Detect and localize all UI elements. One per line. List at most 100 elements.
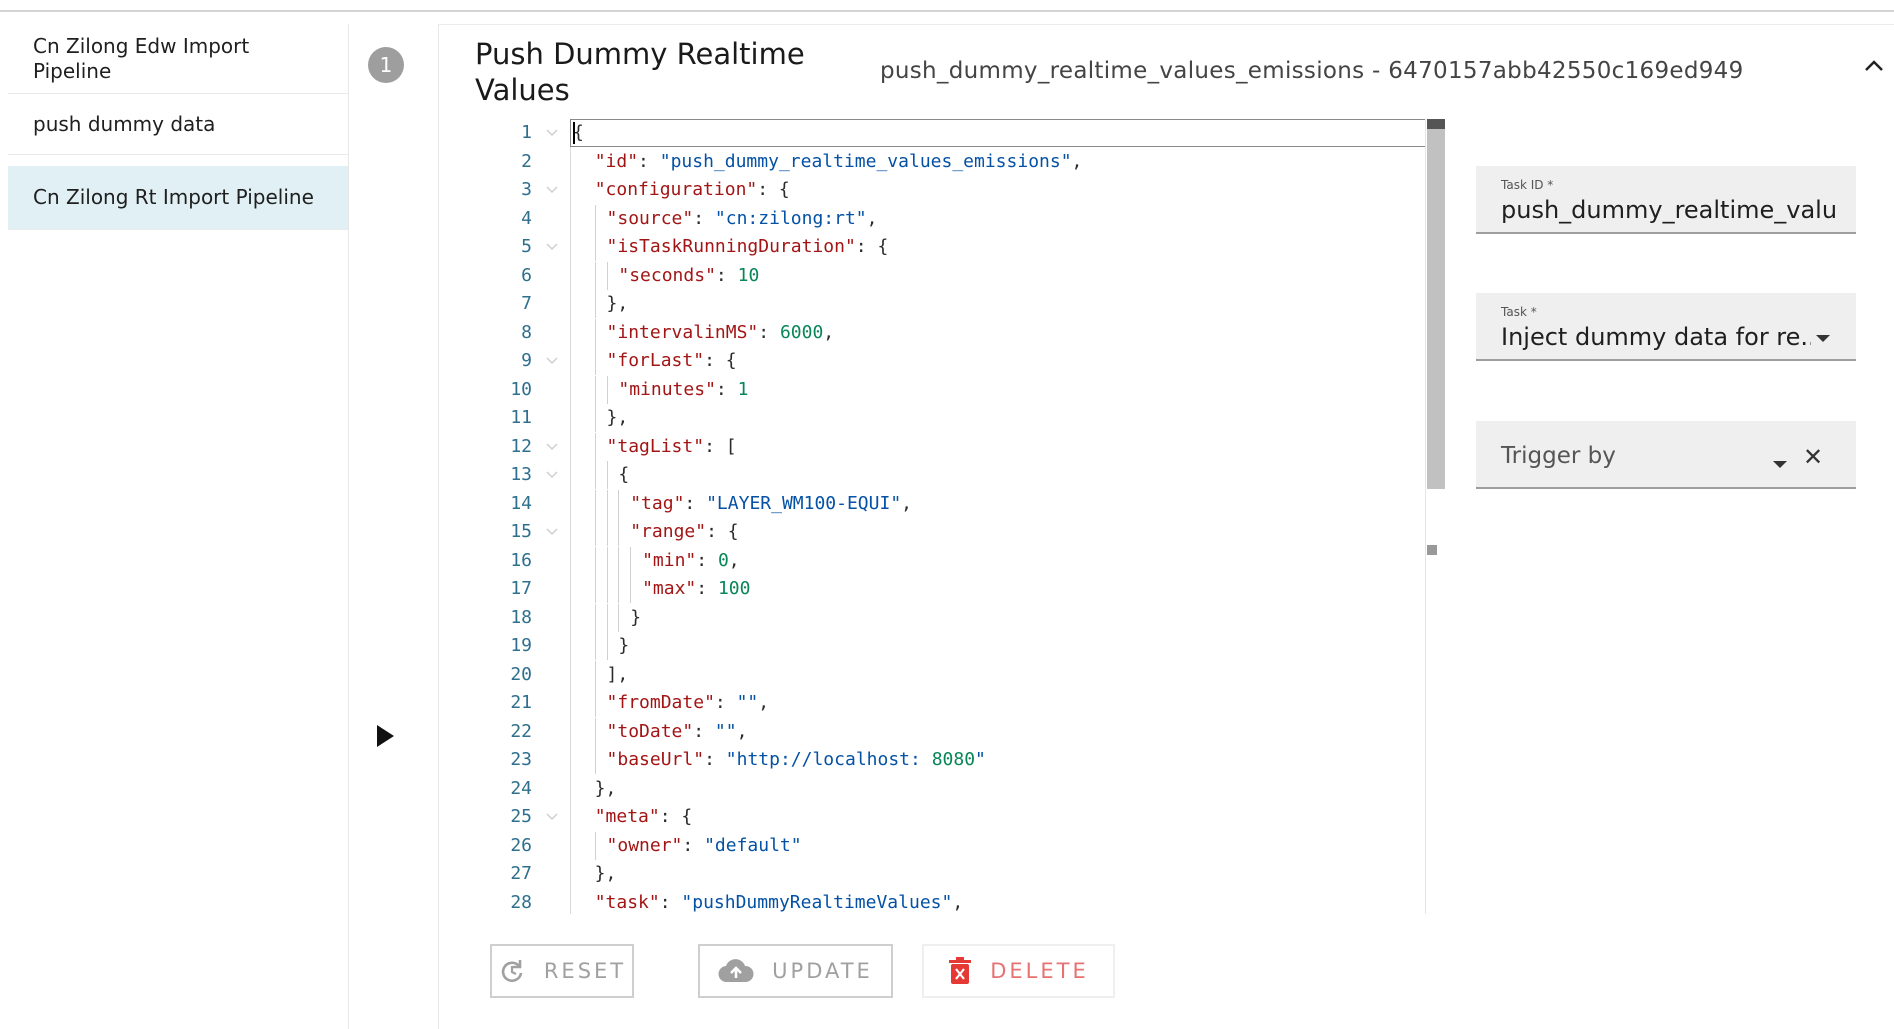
code-line[interactable]: 5 "isTaskRunningDuration": { bbox=[490, 233, 1430, 261]
caret-down-icon[interactable] bbox=[1773, 461, 1787, 468]
code-line[interactable]: 9 "forLast": { bbox=[490, 347, 1430, 375]
line-number: 21 bbox=[510, 692, 532, 713]
line-number: 13 bbox=[510, 464, 532, 485]
reset-icon bbox=[498, 957, 526, 985]
code-line[interactable]: 15 "range": { bbox=[490, 518, 1430, 546]
code-line[interactable]: 27 }, bbox=[490, 860, 1430, 888]
text-cursor bbox=[573, 122, 575, 144]
code-line[interactable]: 26 "owner": "default" bbox=[490, 831, 1430, 860]
update-button[interactable]: UPDATE bbox=[698, 944, 893, 998]
line-number: 10 bbox=[510, 378, 532, 400]
task-id-label: Task ID * bbox=[1501, 178, 1554, 192]
line-number: 19 bbox=[510, 635, 532, 656]
line-number: 6 bbox=[521, 264, 532, 286]
line-number: 18 bbox=[510, 606, 532, 628]
code-text: "source": "cn:zilong:rt", bbox=[573, 204, 877, 233]
code-line[interactable]: 6 "seconds": 10 bbox=[490, 261, 1430, 290]
code-text: "seconds": 10 bbox=[573, 261, 759, 290]
code-line[interactable]: 8 "intervalinMS": 6000, bbox=[490, 318, 1430, 347]
code-line[interactable]: 14 "tag": "LAYER_WM100-EQUI", bbox=[490, 489, 1430, 518]
code-text: "intervalinMS": 6000, bbox=[573, 318, 834, 347]
line-number: 5 bbox=[521, 236, 532, 257]
code-line[interactable]: 4 "source": "cn:zilong:rt", bbox=[490, 204, 1430, 233]
code-line[interactable]: 22 "toDate": "", bbox=[490, 717, 1430, 746]
code-text: ], bbox=[573, 660, 628, 689]
code-line[interactable]: 1{ bbox=[490, 119, 1430, 147]
code-line[interactable]: 13 { bbox=[490, 461, 1430, 489]
reset-label: RESET bbox=[543, 959, 627, 983]
code-text: "tagList": [ bbox=[573, 432, 737, 461]
sidebar-item-push-dummy-data[interactable]: push dummy data bbox=[8, 94, 348, 155]
editor-scrollbar-thumb[interactable] bbox=[1427, 119, 1445, 489]
task-select[interactable]: Task * Inject dummy data for re... bbox=[1476, 293, 1856, 361]
task-subtitle: push_dummy_realtime_values_emissions - 6… bbox=[880, 58, 1744, 84]
code-text: "tag": "LAYER_WM100-EQUI", bbox=[573, 489, 912, 518]
code-line[interactable]: 12 "tagList": [ bbox=[490, 432, 1430, 461]
code-line[interactable]: 25 "meta": { bbox=[490, 803, 1430, 831]
fold-chevron-icon[interactable] bbox=[546, 813, 558, 821]
code-text: "meta": { bbox=[594, 806, 693, 827]
cloud-upload-icon bbox=[718, 958, 754, 984]
code-text: }, bbox=[573, 404, 628, 432]
code-line[interactable]: 10 "minutes": 1 bbox=[490, 375, 1430, 404]
code-line[interactable]: 17 "max": 100 bbox=[490, 575, 1430, 603]
code-line[interactable]: 23 "baseUrl": "http://localhost: 8080" bbox=[490, 746, 1430, 774]
trigger-by-placeholder: Trigger by bbox=[1501, 443, 1616, 469]
reset-button[interactable]: RESET bbox=[490, 944, 634, 998]
line-number: 14 bbox=[510, 492, 532, 514]
line-number: 7 bbox=[521, 293, 532, 314]
code-line[interactable]: 20 ], bbox=[490, 660, 1430, 689]
line-number: 3 bbox=[521, 179, 532, 200]
play-icon[interactable] bbox=[377, 725, 394, 747]
json-editor[interactable]: 1{2 "id": "push_dummy_realtime_values_em… bbox=[490, 119, 1450, 914]
code-text: } bbox=[573, 603, 641, 632]
line-number: 27 bbox=[510, 863, 532, 884]
code-line[interactable]: 18 } bbox=[490, 603, 1430, 632]
line-number: 22 bbox=[510, 720, 532, 742]
fold-chevron-icon[interactable] bbox=[546, 243, 558, 251]
code-line[interactable]: 11 }, bbox=[490, 404, 1430, 432]
trash-icon bbox=[948, 957, 972, 985]
fold-chevron-icon[interactable] bbox=[546, 528, 558, 536]
code-line[interactable]: 24 }, bbox=[490, 775, 1430, 803]
trigger-by-select[interactable]: Trigger by ✕ bbox=[1476, 421, 1856, 489]
line-number: 9 bbox=[521, 350, 532, 371]
sidebar-item-cn-zilong-edw-import-pipeline[interactable]: Cn Zilong Edw Import Pipeline bbox=[8, 24, 348, 94]
fold-chevron-icon[interactable] bbox=[546, 442, 558, 451]
line-number: 24 bbox=[510, 777, 532, 799]
code-text: "min": 0, bbox=[573, 546, 740, 575]
fold-chevron-icon[interactable] bbox=[546, 186, 558, 194]
code-line[interactable]: 3 "configuration": { bbox=[490, 176, 1430, 204]
code-line[interactable]: 21 "fromDate": "", bbox=[490, 689, 1430, 717]
caret-down-icon[interactable] bbox=[1816, 335, 1830, 342]
code-line[interactable]: 2 "id": "push_dummy_realtime_values_emis… bbox=[490, 148, 1430, 176]
sidebar-item-label: push dummy data bbox=[33, 111, 216, 136]
chevron-up-icon[interactable] bbox=[1860, 52, 1888, 80]
step-number-badge: 1 bbox=[368, 47, 404, 83]
fold-chevron-icon[interactable] bbox=[546, 129, 558, 137]
line-number: 8 bbox=[521, 321, 532, 343]
line-number: 2 bbox=[521, 150, 532, 172]
update-label: UPDATE bbox=[772, 959, 873, 983]
code-line[interactable]: 19 } bbox=[490, 632, 1430, 660]
code-text: } bbox=[573, 632, 629, 660]
code-line[interactable]: 7 }, bbox=[490, 290, 1430, 318]
fold-chevron-icon[interactable] bbox=[546, 357, 558, 365]
code-text: "toDate": "", bbox=[573, 717, 747, 746]
code-text: "task": "pushDummyRealtimeValues", bbox=[594, 891, 964, 913]
code-text: }, bbox=[573, 290, 628, 318]
line-number: 15 bbox=[510, 521, 532, 542]
task-value[interactable]: Inject dummy data for re... bbox=[1501, 323, 1811, 351]
fold-chevron-icon[interactable] bbox=[546, 471, 558, 479]
delete-button[interactable]: DELETE bbox=[922, 944, 1115, 998]
sidebar-item-cn-zilong-rt-import-pipeline[interactable]: Cn Zilong Rt Import Pipeline bbox=[8, 166, 348, 230]
code-line[interactable]: 16 "min": 0, bbox=[490, 546, 1430, 575]
code-text: "configuration": { bbox=[594, 179, 790, 200]
code-text: }, bbox=[573, 777, 617, 799]
close-icon[interactable]: ✕ bbox=[1803, 443, 1823, 471]
task-id-value[interactable]: push_dummy_realtime_valu bbox=[1501, 196, 1846, 224]
active-line-highlight bbox=[570, 119, 1430, 147]
task-id-field[interactable]: Task ID * push_dummy_realtime_valu bbox=[1476, 166, 1856, 234]
line-number: 4 bbox=[521, 207, 532, 229]
code-line[interactable]: 28 "task": "pushDummyRealtimeValues", bbox=[490, 889, 1430, 915]
